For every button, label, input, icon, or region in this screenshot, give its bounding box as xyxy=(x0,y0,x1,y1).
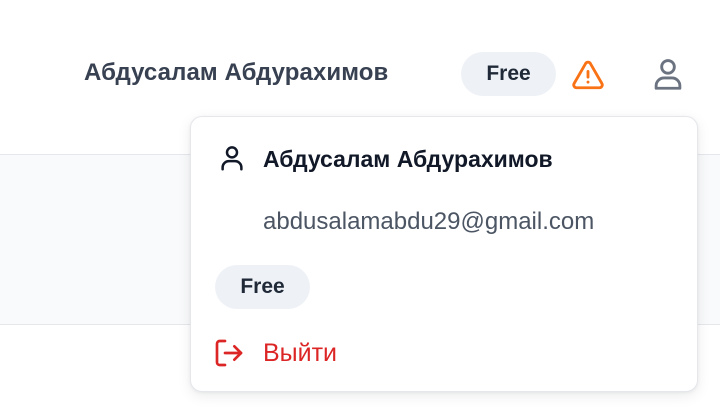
dropdown-user-email: abdusalamabdu29@gmail.com xyxy=(263,208,595,235)
account-dropdown: Абдусалам Абдурахимов abdusalamabdu29@gm… xyxy=(190,116,698,392)
warning-icon[interactable] xyxy=(571,58,605,92)
user-icon xyxy=(654,59,682,90)
dropdown-user-name: Абдусалам Абдурахимов xyxy=(263,146,553,172)
header-plan-badge: Free xyxy=(461,52,556,96)
user-icon xyxy=(217,143,247,173)
dropdown-plan-badge: Free xyxy=(215,265,310,309)
account-menu-button[interactable] xyxy=(649,55,687,93)
header-user-name: Абдусалам Абдурахимов xyxy=(84,59,389,86)
logout-icon xyxy=(213,337,245,369)
page: Абдусалам Абдурахимов Free Абдусалам Абд… xyxy=(0,0,720,412)
logout-button[interactable]: Выйти xyxy=(213,333,393,373)
logout-label: Выйти xyxy=(263,338,338,367)
